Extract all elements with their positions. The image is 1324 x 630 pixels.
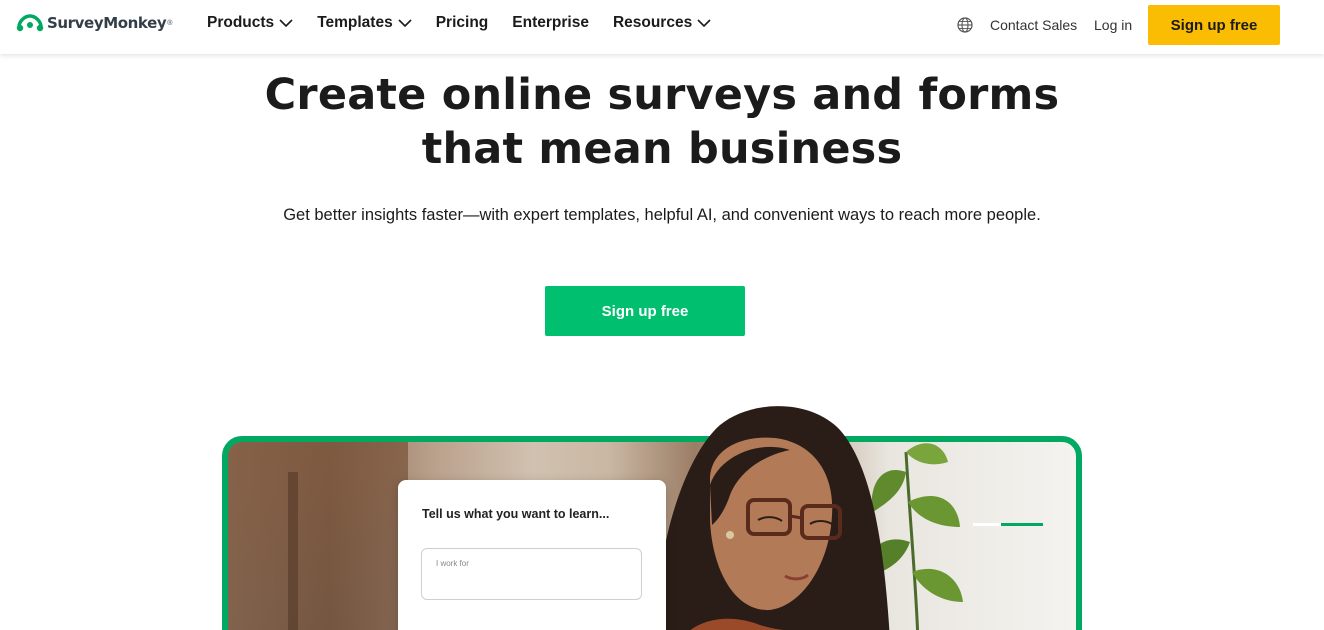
header-signup-button[interactable]: Sign up free bbox=[1148, 5, 1280, 45]
carousel-progress-indicator bbox=[973, 523, 1043, 526]
carousel-progress-fill bbox=[1001, 523, 1043, 526]
globe-icon[interactable] bbox=[957, 17, 973, 33]
background-shelf-post bbox=[288, 472, 298, 630]
hero-signup-button[interactable]: Sign up free bbox=[545, 286, 745, 336]
nav-item-products[interactable]: Products bbox=[207, 13, 293, 33]
chevron-down-icon bbox=[398, 18, 412, 27]
nav-item-pricing[interactable]: Pricing bbox=[436, 13, 489, 33]
hero-subtitle: Get better insights faster—with expert t… bbox=[283, 206, 1041, 224]
chevron-down-icon bbox=[279, 18, 293, 27]
nav-item-label: Templates bbox=[317, 14, 393, 31]
nav-item-label: Resources bbox=[612, 14, 693, 31]
survey-question-text: Tell us what you want to learn... bbox=[422, 507, 610, 521]
survey-question-card: Tell us what you want to learn... I work… bbox=[398, 480, 666, 630]
woman-with-glasses-image bbox=[658, 406, 890, 630]
trademark-symbol: ® bbox=[167, 19, 173, 27]
contact-sales-link[interactable]: Contact Sales bbox=[990, 17, 1077, 33]
nav-item-label: Products bbox=[207, 14, 275, 31]
logo-wordmark: SurveyMonkey bbox=[47, 14, 167, 32]
nav-item-label: Pricing bbox=[435, 14, 489, 31]
main-nav: Products Templates Pricing Enterprise Re… bbox=[207, 13, 735, 33]
survey-answer-placeholder: I work for bbox=[436, 559, 469, 568]
surveymonkey-logo-icon bbox=[16, 14, 44, 32]
hero-title: Create online surveys and forms that mea… bbox=[0, 68, 1324, 176]
nav-item-templates[interactable]: Templates bbox=[317, 13, 412, 33]
nav-item-resources[interactable]: Resources bbox=[613, 13, 711, 33]
hero-title-line-1: Create online surveys and forms bbox=[264, 70, 1060, 120]
surveymonkey-logo[interactable]: SurveyMonkey ® bbox=[16, 11, 172, 35]
hero-title-line-2: that mean business bbox=[421, 124, 903, 174]
survey-answer-input[interactable]: I work for bbox=[421, 548, 642, 600]
chevron-down-icon bbox=[697, 18, 711, 27]
site-header: SurveyMonkey ® Products Templates Pricing… bbox=[0, 0, 1324, 54]
background-shelf bbox=[228, 442, 408, 630]
nav-item-label: Enterprise bbox=[512, 14, 589, 31]
login-link[interactable]: Log in bbox=[1094, 17, 1132, 33]
nav-item-enterprise[interactable]: Enterprise bbox=[512, 13, 589, 33]
